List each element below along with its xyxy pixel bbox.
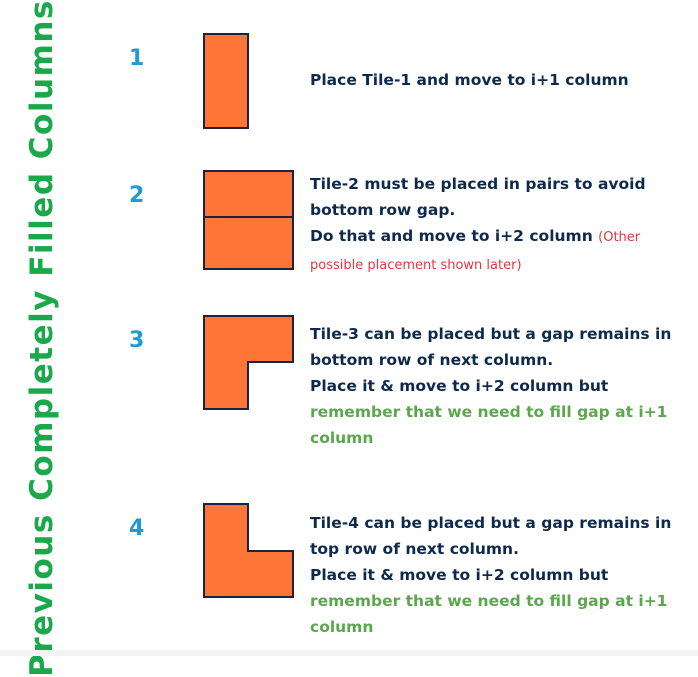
side-title: Previous Completely Filled Columns [24,0,60,677]
step-2-text-line-3: Do that and move to i+2 column (Other po… [310,223,690,279]
step-4-text-line-1: Tile-4 can be placed but a gap remains i… [310,514,672,532]
step-3-text-line-1: Tile-3 can be placed but a gap remains i… [310,325,672,343]
bottom-divider [0,650,698,656]
tile-3-l-tromino-icon [203,315,295,411]
step-4-remember-line-1: remember that we need to fill gap at i+1 [310,592,668,610]
step-1-description: Place Tile-1 and move to i+1 column [310,67,690,93]
step-4-description: Tile-4 can be placed but a gap remains i… [310,510,690,640]
step-2-text-line-2: bottom row gap. [310,201,456,219]
step-1-text-line-1: Place Tile-1 and move to i+1 column [310,71,629,89]
tile-1-vertical-domino-icon [203,33,250,129]
step-4-text-line-2: top row of next column. [310,540,519,558]
step-3-text-line-2: bottom row of next column. [310,351,554,369]
step-2-description: Tile-2 must be placed in pairs to avoid … [310,171,690,279]
tile-4-l-tromino-icon [203,503,295,599]
step-3-remember-line-1: remember that we need to fill gap at i+1 [310,403,668,421]
tile-2-horizontal-pair-icon [203,170,295,271]
step-2-text-line-3-main: Do that and move to i+2 column [310,227,593,245]
step-4-text-line-3: Place it & move to i+2 column but [310,566,609,584]
step-4-remember-line-2: column [310,618,374,636]
step-number-4: 4 [129,516,145,541]
step-number-1: 1 [129,46,145,71]
step-number-2: 2 [129,183,145,208]
step-3-description: Tile-3 can be placed but a gap remains i… [310,321,690,451]
step-number-3: 3 [129,328,145,353]
step-2-text-line-1: Tile-2 must be placed in pairs to avoid [310,175,646,193]
step-3-text-line-3: Place it & move to i+2 column but [310,377,609,395]
step-3-remember-line-2: column [310,429,374,447]
